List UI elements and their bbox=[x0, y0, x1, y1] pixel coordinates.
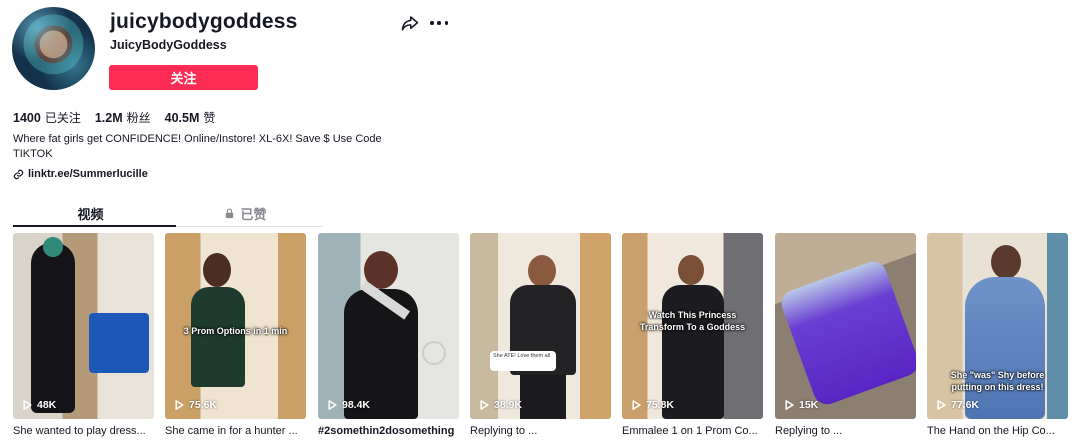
video-caption[interactable]: Replying to ... bbox=[775, 425, 916, 437]
profile-link-text[interactable]: linktr.ee/Summerlucille bbox=[28, 168, 148, 180]
video-caption[interactable]: Replying to ... bbox=[470, 425, 611, 437]
view-count: 15K bbox=[785, 399, 818, 411]
profile-bio: Where fat girls get CONFIDENCE! Online/I… bbox=[13, 133, 382, 160]
share-icon[interactable] bbox=[401, 14, 419, 32]
profile-username: juicybodygoddess bbox=[110, 10, 298, 33]
view-count: 75.8K bbox=[632, 399, 674, 411]
view-count: 38.9K bbox=[480, 399, 522, 411]
video-card[interactable]: 48K She wanted to play dress... bbox=[13, 233, 154, 437]
video-caption[interactable]: Emmalee 1 on 1 Prom Co... bbox=[622, 425, 763, 437]
video-card[interactable]: 15K Replying to ... bbox=[775, 233, 916, 437]
video-card[interactable]: She ATE! Love them all 38.9K Replying to… bbox=[470, 233, 611, 437]
play-icon bbox=[785, 400, 794, 410]
profile-link[interactable]: linktr.ee/Summerlucille bbox=[13, 168, 148, 180]
tab-liked[interactable]: 已赞 bbox=[168, 200, 323, 226]
likes-count: 40.5M 赞 bbox=[164, 111, 216, 125]
video-thumbnail[interactable]: Watch This Princess Transform To a Godde… bbox=[622, 233, 763, 419]
view-count: 48K bbox=[23, 399, 56, 411]
link-icon bbox=[13, 169, 24, 179]
video-card[interactable]: She "was" Shy before putting on this dre… bbox=[927, 233, 1068, 437]
video-card[interactable]: 98.4K #2somethin2dosomething bbox=[318, 233, 459, 437]
play-icon bbox=[632, 400, 641, 410]
play-icon bbox=[480, 400, 489, 410]
view-count: 98.4K bbox=[328, 399, 370, 411]
video-thumbnail[interactable]: 98.4K bbox=[318, 233, 459, 419]
video-caption[interactable]: She wanted to play dress... bbox=[13, 425, 154, 437]
profile-stats: 1400 已关注 1.2M 粉丝 40.5M 赞 bbox=[13, 109, 229, 126]
active-tab-indicator bbox=[13, 225, 176, 227]
video-card[interactable]: 3 Prom Options in 1 min 75.6K She came i… bbox=[165, 233, 306, 437]
video-card[interactable]: Watch This Princess Transform To a Godde… bbox=[622, 233, 763, 437]
tab-videos[interactable]: 视频 bbox=[13, 200, 168, 226]
video-overlay-text: Watch This Princess Transform To a Godde… bbox=[639, 310, 746, 332]
play-icon bbox=[328, 400, 337, 410]
follow-button[interactable]: 关注 bbox=[109, 65, 258, 90]
play-icon bbox=[23, 400, 32, 410]
play-icon bbox=[937, 400, 946, 410]
more-options-icon[interactable] bbox=[430, 14, 448, 32]
video-caption[interactable]: #2somethin2dosomething bbox=[318, 425, 459, 437]
video-caption[interactable]: The Hand on the Hip Co... bbox=[927, 425, 1068, 437]
profile-tabs: 视频 已赞 bbox=[13, 200, 323, 227]
reply-comment-bubble: She ATE! Love them all bbox=[490, 351, 556, 371]
view-count: 77.6K bbox=[937, 399, 979, 411]
profile-nickname: JuicyBodyGoddess bbox=[110, 38, 227, 52]
profile-avatar[interactable] bbox=[12, 7, 95, 90]
video-overlay-text: 3 Prom Options in 1 min bbox=[183, 326, 288, 336]
video-thumbnail[interactable]: She ATE! Love them all 38.9K bbox=[470, 233, 611, 419]
video-caption[interactable]: She came in for a hunter ... bbox=[165, 425, 306, 437]
view-count: 75.6K bbox=[175, 399, 217, 411]
video-thumbnail[interactable]: 3 Prom Options in 1 min 75.6K bbox=[165, 233, 306, 419]
following-count[interactable]: 1400 已关注 bbox=[13, 109, 81, 126]
video-thumbnail[interactable]: She "was" Shy before putting on this dre… bbox=[927, 233, 1068, 419]
video-thumbnail[interactable]: 48K bbox=[13, 233, 154, 419]
video-thumbnail[interactable]: 15K bbox=[775, 233, 916, 419]
followers-count[interactable]: 1.2M 粉丝 bbox=[95, 109, 151, 126]
play-icon bbox=[175, 400, 184, 410]
video-overlay-text: She "was" Shy before putting on this dre… bbox=[950, 370, 1045, 392]
lock-icon bbox=[226, 208, 234, 218]
